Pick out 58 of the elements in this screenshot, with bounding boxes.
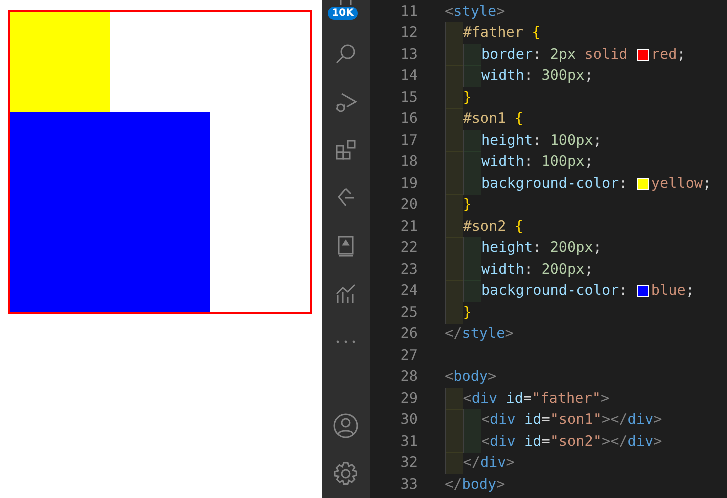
line-number: 33 bbox=[400, 476, 418, 493]
code-line: #son2 { bbox=[445, 216, 524, 238]
line-number: 31 bbox=[400, 434, 418, 450]
more-icon[interactable] bbox=[336, 340, 356, 344]
line-number: 14 bbox=[400, 68, 418, 84]
line-number: 11 bbox=[400, 4, 418, 20]
code-line: } bbox=[445, 302, 472, 324]
color-swatch[interactable] bbox=[637, 178, 650, 190]
line-number: 25 bbox=[400, 304, 418, 321]
code-line: </body> bbox=[445, 476, 506, 495]
code-line: } bbox=[445, 194, 472, 216]
color-swatch[interactable] bbox=[637, 285, 650, 298]
code-line: </div> bbox=[445, 452, 515, 474]
code-line: <div id="son1"></div> bbox=[445, 409, 662, 432]
code-line: background-color: bbox=[445, 280, 636, 302]
code-line: border: 2px solid bbox=[445, 44, 636, 66]
line-number: 16 bbox=[400, 111, 418, 128]
line-number: 22 bbox=[400, 240, 418, 256]
line-number: 15 bbox=[400, 90, 418, 106]
code-line: <body> bbox=[445, 368, 497, 388]
code-line: width: 300px; bbox=[445, 65, 594, 88]
account-icon[interactable] bbox=[333, 413, 359, 439]
line-number: 12 bbox=[400, 25, 418, 42]
extensions-icon[interactable] bbox=[334, 138, 358, 162]
code-line: #son1 { bbox=[445, 108, 524, 130]
line-number: 13 bbox=[400, 46, 418, 63]
notification-badge: 10K bbox=[328, 7, 358, 20]
line-number: 18 bbox=[400, 154, 418, 170]
code-line: width: 200px; bbox=[445, 258, 594, 281]
line-number: 21 bbox=[400, 218, 418, 235]
code-line: </style> bbox=[445, 325, 514, 344]
code-line: background-color: bbox=[445, 172, 636, 195]
code-line: <div id="son2"></div> bbox=[445, 430, 662, 453]
line-number: 23 bbox=[400, 262, 418, 278]
line-number: 20 bbox=[400, 197, 418, 214]
color-swatch[interactable] bbox=[637, 48, 650, 61]
line-number: 24 bbox=[400, 283, 418, 300]
line-number: 29 bbox=[400, 390, 418, 407]
settings-icon[interactable] bbox=[333, 461, 359, 487]
code-line: #father { bbox=[445, 22, 541, 44]
search-icon[interactable] bbox=[334, 42, 358, 66]
bar-chart-icon[interactable] bbox=[334, 282, 358, 306]
code-line: height: 200px; bbox=[445, 237, 602, 260]
line-number: 27 bbox=[400, 348, 418, 364]
code-line: <div id="father"> bbox=[445, 388, 610, 410]
code-text: red; bbox=[651, 46, 686, 65]
line-number: 32 bbox=[400, 455, 418, 472]
code-text: blue; bbox=[651, 282, 694, 302]
line-number: 17 bbox=[400, 132, 418, 149]
line-number: 19 bbox=[400, 176, 418, 192]
code-text: yellow; bbox=[651, 174, 712, 194]
line-number: 30 bbox=[400, 412, 418, 428]
code-line: height: 100px; bbox=[445, 130, 602, 152]
code-line: <style> bbox=[445, 2, 506, 22]
code-line: width: 100px; bbox=[445, 151, 594, 174]
code-line: } bbox=[445, 86, 472, 109]
line-number: 28 bbox=[400, 369, 418, 386]
line-number: 26 bbox=[400, 326, 418, 342]
